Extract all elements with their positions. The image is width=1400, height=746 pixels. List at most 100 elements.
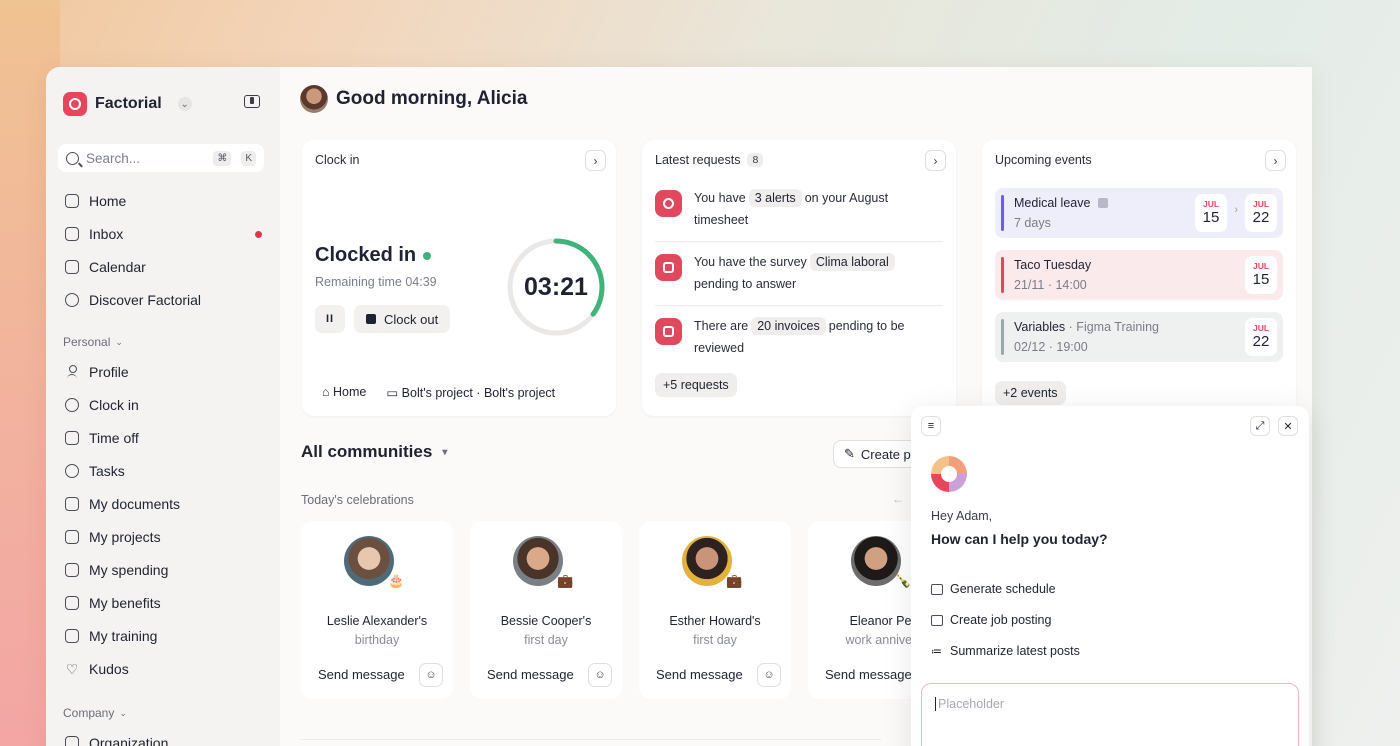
location-home[interactable]: ⌂ Home — [322, 385, 366, 400]
chevron-right-icon: › — [1234, 204, 1238, 216]
sidebar-item-discover[interactable]: Discover Factorial — [58, 283, 268, 316]
brand-name: Factorial — [95, 95, 162, 112]
remaining-time: Remaining time 04:39 — [315, 275, 437, 289]
event-color-bar — [1001, 319, 1004, 355]
input-placeholder: Placeholder — [935, 697, 1004, 711]
suggestion-label: Summarize latest posts — [950, 644, 1080, 658]
sidebar-item-my-benefits[interactable]: My benefits — [58, 586, 268, 619]
more-requests-button[interactable]: +5 requests — [655, 373, 737, 397]
react-icon[interactable]: ☺ — [757, 663, 781, 687]
cake-icon: 🎂 — [388, 573, 405, 588]
clock-icon — [65, 397, 79, 412]
sidebar-item-label: Clock in — [89, 396, 139, 413]
sidebar-toggle-icon[interactable] — [244, 95, 260, 108]
suggestion-summarize-posts[interactable]: ≔ Summarize latest posts — [931, 644, 1080, 658]
sidebar-item-label: Tasks — [89, 462, 125, 479]
event-name: Taco Tuesday — [1014, 258, 1092, 272]
celebration-type: first day — [524, 633, 568, 647]
send-message-button[interactable]: Send message — [825, 667, 912, 682]
suggestion-label: Create job posting — [950, 613, 1052, 627]
sidebar-item-organization[interactable]: Organization — [58, 726, 268, 746]
sidebar-item-my-projects[interactable]: My projects — [58, 520, 268, 553]
send-message-button[interactable]: Send message — [487, 667, 574, 682]
celebration-card: 🎂 Leslie Alexander's birthday Send messa… — [301, 521, 453, 699]
section-label: Personal — [63, 335, 111, 349]
react-icon[interactable]: ☺ — [588, 663, 612, 687]
sidebar-item-label: My documents — [89, 495, 181, 512]
sidebar-item-tasks[interactable]: Tasks — [58, 454, 268, 487]
menu-icon[interactable]: ≡ — [921, 416, 941, 436]
chevron-right-icon[interactable]: › — [585, 150, 606, 171]
event-sub: 21/11 · 14:00 — [1014, 278, 1087, 292]
request-item[interactable]: There are 20 invoices pending to be review… — [655, 315, 943, 359]
info-icon — [1097, 198, 1108, 208]
umbrella-icon — [65, 430, 79, 445]
personal-section-toggle[interactable]: Personal ⌄ — [58, 329, 268, 355]
event-item[interactable]: Medical leave 7 days JUL 15 › JUL 22 — [995, 188, 1283, 238]
sidebar-item-profile[interactable]: Profile — [58, 355, 268, 388]
suggestion-label: Generate schedule — [950, 582, 1056, 596]
sidebar-item-calendar[interactable]: Calendar — [58, 250, 268, 283]
celebration-card: 💼 Esther Howard's first day Send message… — [639, 521, 791, 699]
sidebar-item-clock-in[interactable]: Clock in — [58, 388, 268, 421]
sidebar-item-inbox[interactable]: Inbox — [58, 217, 268, 250]
card-title: Clock in — [315, 153, 360, 167]
champagne-icon: 🍾 — [895, 573, 912, 588]
sidebar-item-label: Time off — [89, 429, 139, 446]
suggestion-generate-schedule[interactable]: Generate schedule — [931, 582, 1056, 596]
upcoming-events-card: Upcoming events › Medical leave 7 days J… — [982, 140, 1296, 416]
calendar-icon — [65, 259, 79, 274]
event-name: Variables · Figma Training — [1014, 320, 1159, 334]
sidebar-item-my-spending[interactable]: My spending — [58, 553, 268, 586]
clock-out-button[interactable]: Clock out — [354, 305, 451, 333]
sidebar-item-kudos[interactable]: ♡ Kudos — [58, 652, 268, 685]
assistant-question: How can I help you today? — [931, 531, 1108, 547]
create-post-button[interactable]: ✎ Create p — [833, 440, 922, 468]
event-item[interactable]: Taco Tuesday 21/11 · 14:00 JUL 15 — [995, 250, 1283, 300]
heart-icon: ♡ — [65, 660, 79, 677]
more-events-button[interactable]: +2 events — [995, 381, 1066, 405]
send-message-button[interactable]: Send message — [656, 667, 743, 682]
company-nav: Company ⌄ Organization — [58, 700, 268, 746]
assistant-input[interactable]: Placeholder — [921, 683, 1299, 746]
chevron-right-icon[interactable]: › — [1265, 150, 1286, 171]
expand-icon[interactable]: ⤢ — [1250, 416, 1270, 436]
brand-switcher[interactable]: Factorial ⌄ — [63, 92, 192, 116]
sidebar-item-label: Organization — [89, 734, 169, 746]
chevron-down-icon: ⌄ — [115, 336, 123, 347]
company-section-toggle[interactable]: Company ⌄ — [58, 700, 268, 726]
chevron-down-icon: ⌄ — [119, 707, 127, 718]
communities-selector[interactable]: All communities ▾ — [301, 442, 447, 462]
react-icon[interactable]: ☺ — [419, 663, 443, 687]
sidebar-item-home[interactable]: Home — [58, 184, 268, 217]
timer-value: 03:21 — [524, 272, 588, 301]
project-selector[interactable]: ▭ Bolt's project · Bolt's project — [386, 385, 555, 400]
inbox-icon — [65, 226, 79, 241]
send-message-button[interactable]: Send message — [318, 667, 405, 682]
stop-icon — [366, 314, 376, 324]
event-item[interactable]: Variables · Figma Training 02/12 · 19:00… — [995, 312, 1283, 362]
ai-assistant-panel: ≡ ⤢ ✕ Hey Adam, How can I help you today… — [911, 406, 1309, 746]
search-input[interactable]: Search... ⌘ K — [58, 144, 264, 172]
request-item[interactable]: You have the survey Clima laboral pending… — [655, 251, 943, 295]
close-icon[interactable]: ✕ — [1278, 416, 1298, 436]
sidebar-item-time-off[interactable]: Time off — [58, 421, 268, 454]
sidebar-item-my-documents[interactable]: My documents — [58, 487, 268, 520]
avatar[interactable] — [300, 85, 328, 113]
shortcut-k: K — [241, 150, 256, 166]
gift-icon — [65, 595, 79, 610]
sidebar-item-label: My benefits — [89, 594, 161, 611]
sidebar-item-label: Calendar — [89, 258, 146, 275]
chevron-right-icon[interactable]: › — [925, 150, 946, 171]
pause-button[interactable]: II — [315, 305, 345, 333]
sidebar-item-label: Kudos — [89, 660, 129, 677]
main-nav: Home Inbox Calendar Discover Factorial — [58, 184, 268, 316]
book-icon — [65, 628, 79, 643]
request-item[interactable]: You have 3 alerts on your August timesheet — [655, 187, 943, 231]
suggestion-create-job-posting[interactable]: Create job posting — [931, 613, 1051, 627]
arrow-left-icon[interactable]: ← — [892, 492, 904, 506]
date-tile: JUL 15 — [1245, 256, 1277, 294]
sidebar-item-label: Discover Factorial — [89, 291, 202, 308]
event-sub: 02/12 · 19:00 — [1014, 340, 1088, 354]
sidebar-item-my-training[interactable]: My training — [58, 619, 268, 652]
